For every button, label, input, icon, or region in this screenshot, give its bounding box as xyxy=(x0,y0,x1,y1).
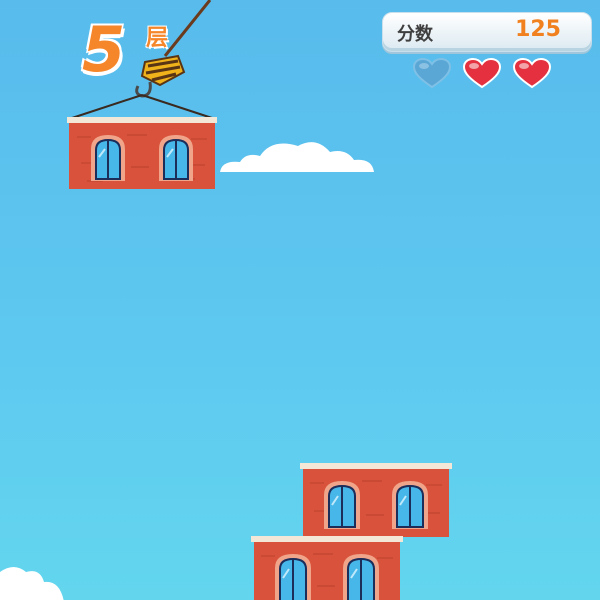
heart-full-icon xyxy=(462,58,502,89)
heart-full-icon xyxy=(512,58,552,89)
window xyxy=(91,135,125,181)
stacked-floor-block xyxy=(251,536,403,600)
window xyxy=(159,135,193,181)
window xyxy=(392,481,428,529)
stacked-floor-block xyxy=(300,463,452,537)
score-value: 125 xyxy=(515,17,561,42)
lives-indicator xyxy=(412,58,562,90)
swinging-floor-block[interactable] xyxy=(67,117,217,189)
game-scene[interactable]: 5 层 分数 125 xyxy=(0,0,600,600)
window xyxy=(275,554,311,600)
heart-empty-icon xyxy=(412,58,452,89)
hook-block-icon xyxy=(140,54,186,87)
floor-number: 5 xyxy=(82,13,126,86)
score-label: 分数 xyxy=(397,24,433,45)
cloud xyxy=(0,567,64,600)
hook-icon xyxy=(135,81,152,98)
floor-unit-label: 层 xyxy=(146,26,169,51)
window xyxy=(343,554,379,600)
window xyxy=(324,481,360,529)
cloud xyxy=(220,142,374,172)
score-panel: 分数 125 xyxy=(382,12,592,52)
